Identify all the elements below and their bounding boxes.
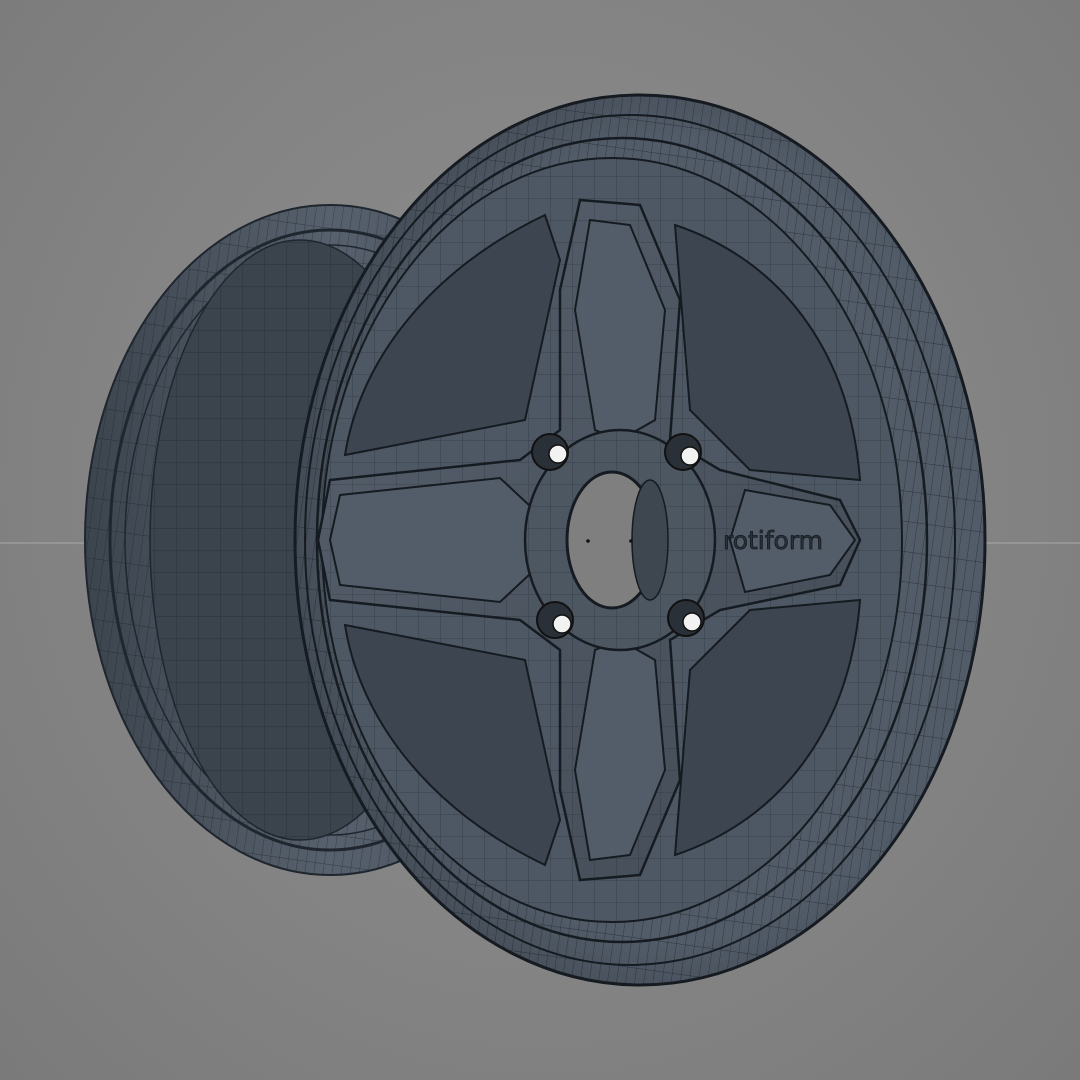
lug-nut xyxy=(531,433,569,471)
wheel-logo: rotiform xyxy=(723,526,823,555)
lug-nut xyxy=(664,433,702,471)
3d-viewport[interactable]: rotiform xyxy=(0,0,1080,1080)
lug-nut xyxy=(667,599,705,637)
spoke-pocket-left xyxy=(328,476,546,604)
lug-nut xyxy=(536,601,574,639)
viewport-canvas: rotiform xyxy=(0,93,1080,987)
